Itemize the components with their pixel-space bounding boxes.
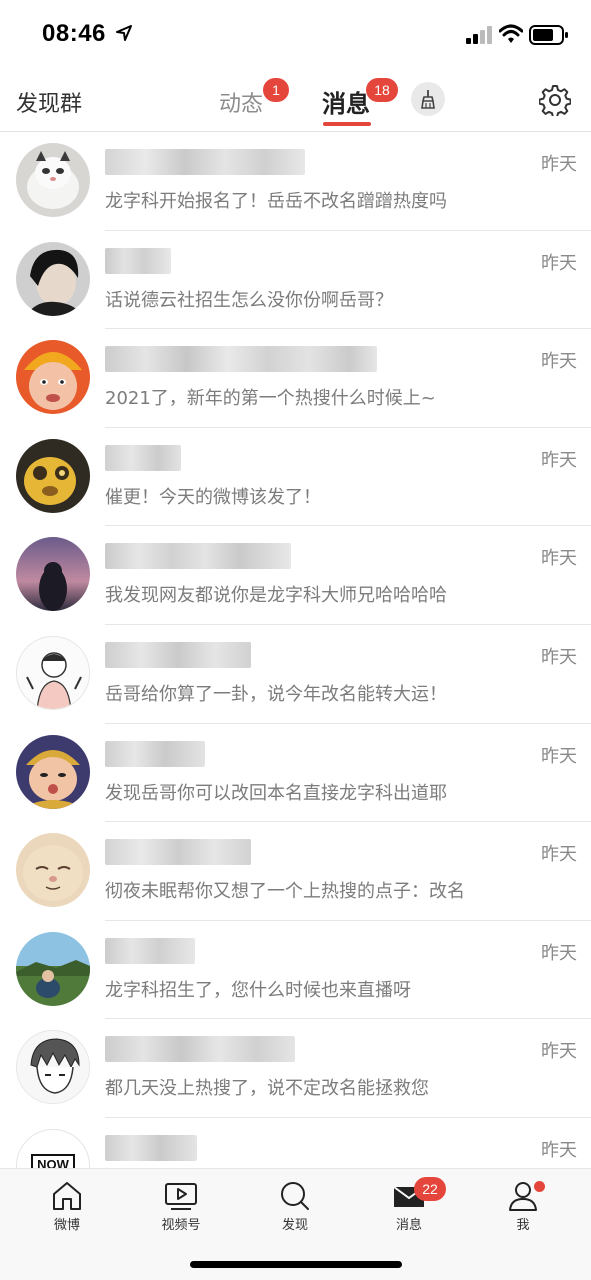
avatar[interactable] (16, 537, 90, 612)
active-tab-indicator (323, 122, 371, 126)
message-time: 昨天 (541, 351, 577, 373)
message-time: 昨天 (541, 548, 577, 570)
message-time: 昨天 (541, 252, 577, 274)
message-row[interactable]: 岳哥给你算了一卦，说今年改名能转大运！ 昨天 (0, 625, 591, 724)
profile-notification-dot (534, 1181, 545, 1192)
avatar[interactable] (16, 340, 90, 415)
tab-label: 消息 (395, 1218, 422, 1233)
message-preview: 龙字科招生了，您什么时候也来直播呀 (105, 979, 411, 1001)
message-row[interactable]: 都几天没上热搜了，说不定改名能拯救您 昨天 (0, 1019, 591, 1118)
video-icon (165, 1183, 197, 1210)
status-time: 08:46 (42, 20, 106, 47)
message-row[interactable]: 2021了，新年的第一个热搜什么时候上~ 昨天 (0, 329, 591, 428)
avatar[interactable] (16, 241, 90, 316)
avatar[interactable] (16, 833, 90, 908)
tab-video[interactable]: 视频号 (141, 1181, 221, 1241)
message-row[interactable]: 催更！今天的微博该发了！ 昨天 (0, 428, 591, 527)
home-icon (53, 1182, 81, 1210)
tab-weibo-home[interactable]: 微博 (27, 1181, 107, 1241)
message-row[interactable]: 彻夜未眠帮你又想了一个上热搜的点子：改名 昨天 (0, 822, 591, 921)
battery-icon (529, 25, 568, 45)
message-preview: 我发现网友都说你是龙字科大师兄哈哈哈哈 (105, 585, 447, 607)
sender-name-blurred (105, 740, 205, 767)
message-time: 昨天 (541, 1041, 577, 1063)
tab-messages[interactable]: 消息 (322, 84, 370, 119)
message-preview: 彻夜未眠帮你又想了一个上热搜的点子：改名 (105, 881, 465, 903)
sender-name-blurred (105, 543, 291, 570)
broom-icon (421, 90, 435, 109)
settings-gear-icon[interactable] (539, 84, 571, 116)
message-preview: 2021了，新年的第一个热搜什么时候上~ (105, 388, 436, 410)
message-preview: 话说德云社招生怎么没你份啊岳哥？ (105, 289, 393, 311)
message-preview: 催更！今天的微博该发了！ (105, 486, 321, 508)
message-time: 昨天 (541, 154, 577, 175)
sender-name-blurred (105, 149, 305, 175)
tab-label: 发现 (281, 1218, 308, 1233)
message-time: 昨天 (541, 449, 577, 471)
message-time: 昨天 (541, 844, 577, 866)
wifi-icon (499, 24, 523, 43)
sender-name-blurred (105, 937, 195, 964)
message-row[interactable]: NOW 昨天 (0, 1118, 591, 1168)
message-time: 昨天 (541, 745, 577, 767)
message-time: 昨天 (541, 1140, 577, 1161)
status-bar: 08:46 (0, 0, 591, 66)
message-preview: 岳哥给你算了一卦，说今年改名能转大运！ (105, 684, 447, 705)
messages-badge: 18 (366, 78, 398, 102)
dynamics-badge: 1 (263, 78, 289, 102)
sender-name-blurred (105, 247, 171, 274)
avatar[interactable]: NOW (16, 1129, 90, 1168)
message-time: 昨天 (541, 942, 577, 964)
message-preview: 龙字科开始报名了！岳岳不改名蹭蹭热度吗 (105, 191, 447, 212)
message-row[interactable]: 话说德云社招生怎么没你份啊岳哥？ 昨天 (0, 231, 591, 330)
sender-name-blurred (105, 346, 377, 373)
sender-name-blurred (105, 444, 181, 471)
sender-name-blurred (105, 642, 251, 668)
message-preview: 发现岳哥你可以改回本名直接龙字科出道耶 (105, 782, 447, 804)
signal-icon (466, 26, 492, 44)
search-icon (281, 1182, 309, 1210)
sender-name-blurred (105, 1036, 295, 1063)
discover-group-link[interactable]: 发现群 (16, 86, 82, 118)
sender-name-blurred (105, 839, 251, 866)
message-row[interactable]: 发现岳哥你可以改回本名直接龙字科出道耶 昨天 (0, 724, 591, 823)
sender-name-blurred (105, 1135, 197, 1161)
tab-label: 我 (516, 1218, 530, 1233)
message-preview: 都几天没上热搜了，说不定改名能拯救您 (105, 1078, 429, 1100)
tab-label: 视频号 (161, 1218, 201, 1233)
avatar[interactable] (16, 143, 90, 217)
avatar[interactable] (16, 636, 90, 710)
top-nav: 发现群 动态 1 消息 18 (0, 66, 591, 132)
message-row[interactable]: 龙字科开始报名了！岳岳不改名蹭蹭热度吗 昨天 (0, 132, 591, 231)
message-list: 龙字科开始报名了！岳岳不改名蹭蹭热度吗 昨天 话说德云社招生怎么没你份啊岳哥？ … (0, 132, 591, 1168)
home-indicator[interactable] (190, 1261, 402, 1268)
tab-dynamics[interactable]: 动态 (219, 86, 263, 118)
message-row[interactable]: 我发现网友都说你是龙字科大师兄哈哈哈哈 昨天 (0, 526, 591, 625)
now-logo: NOW (31, 1154, 75, 1168)
location-arrow-icon (116, 25, 132, 41)
avatar[interactable] (16, 438, 90, 513)
message-time: 昨天 (541, 647, 577, 668)
tab-label: 微博 (53, 1218, 80, 1233)
tab-me[interactable]: 我 (483, 1181, 563, 1241)
tab-discover[interactable]: 发现 (255, 1181, 335, 1241)
avatar[interactable] (16, 1030, 90, 1105)
message-row[interactable]: 龙字科招生了，您什么时候也来直播呀 昨天 (0, 921, 591, 1020)
clear-unread-button[interactable] (411, 82, 445, 116)
avatar[interactable] (16, 931, 90, 1006)
avatar[interactable] (16, 734, 90, 809)
messages-tab-badge: 22 (414, 1177, 446, 1201)
